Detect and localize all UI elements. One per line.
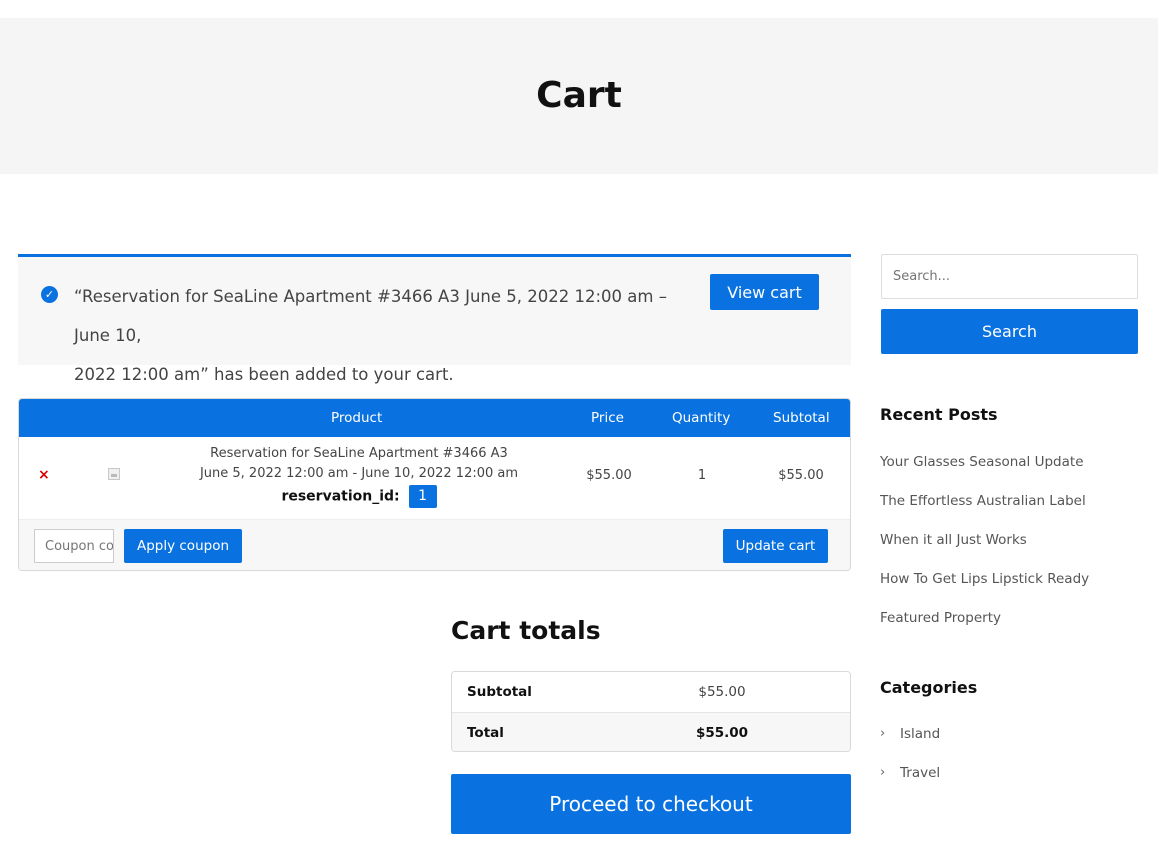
cart-totals-title: Cart totals xyxy=(451,616,601,645)
recent-post-link[interactable]: The Effortless Australian Label xyxy=(880,493,1086,509)
subtotal-row: Subtotal $55.00 xyxy=(452,672,850,712)
item-quantity[interactable]: 1 xyxy=(682,468,722,483)
product-meta: reservation_id: 1 xyxy=(169,485,549,508)
cart-table: Product Price Quantity Subtotal × Reserv… xyxy=(18,398,851,571)
reservation-id-value: 1 xyxy=(408,485,437,508)
recent-post-link[interactable]: When it all Just Works xyxy=(880,532,1027,548)
cart-actions: Apply coupon Update cart xyxy=(19,519,850,570)
reservation-id-label: reservation_id: xyxy=(281,488,400,505)
recent-post-link[interactable]: Featured Property xyxy=(880,610,1001,626)
categories-title: Categories xyxy=(880,678,978,697)
category-link-travel[interactable]: Travel xyxy=(900,765,940,781)
notice-line-1: “Reservation for SeaLine Apartment #3466… xyxy=(74,287,667,345)
recent-post-link[interactable]: How To Get Lips Lipstick Ready xyxy=(880,571,1089,587)
product-dates: June 5, 2022 12:00 am - June 10, 2022 12… xyxy=(199,466,519,481)
cart-notice: ✓ “Reservation for SeaLine Apartment #34… xyxy=(18,254,851,384)
header-quantity: Quantity xyxy=(672,410,731,426)
recent-posts-title: Recent Posts xyxy=(880,405,998,424)
item-subtotal: $55.00 xyxy=(778,468,824,483)
page-header: Cart xyxy=(0,18,1158,174)
update-cart-button[interactable]: Update cart xyxy=(723,529,828,563)
subtotal-value: $55.00 xyxy=(698,684,746,700)
notice-message: “Reservation for SeaLine Apartment #3466… xyxy=(74,277,704,394)
header-price: Price xyxy=(591,410,624,426)
total-value: $55.00 xyxy=(695,725,749,741)
chevron-right-icon: › xyxy=(880,726,886,741)
search-button[interactable]: Search xyxy=(881,309,1138,354)
item-price: $55.00 xyxy=(586,468,632,483)
search-input[interactable] xyxy=(881,254,1138,299)
apply-coupon-button[interactable]: Apply coupon xyxy=(124,529,242,563)
subtotal-label: Subtotal xyxy=(467,684,532,700)
check-circle-icon: ✓ xyxy=(41,286,58,303)
coupon-input[interactable] xyxy=(34,529,114,563)
proceed-to-checkout-button[interactable]: Proceed to checkout xyxy=(451,774,851,834)
total-row: Total $55.00 xyxy=(452,712,850,751)
product-name-link[interactable]: Reservation for SeaLine Apartment #3466 … xyxy=(169,444,549,464)
cart-item-row: × Reservation for SeaLine Apartment #346… xyxy=(19,437,850,519)
total-label: Total xyxy=(467,725,504,741)
cart-totals-table: Subtotal $55.00 Total $55.00 xyxy=(451,671,851,752)
product-thumbnail-icon[interactable] xyxy=(108,468,120,480)
cart-table-header: Product Price Quantity Subtotal xyxy=(19,399,850,437)
header-subtotal: Subtotal xyxy=(773,410,830,426)
category-link-island[interactable]: Island xyxy=(900,726,940,742)
page-title: Cart xyxy=(536,75,622,116)
remove-item-icon[interactable]: × xyxy=(38,467,50,483)
header-product: Product xyxy=(331,410,383,426)
chevron-right-icon: › xyxy=(880,765,886,780)
recent-post-link[interactable]: Your Glasses Seasonal Update xyxy=(880,454,1084,470)
notice-line-2: 2022 12:00 am” has been added to your ca… xyxy=(74,365,454,384)
view-cart-button[interactable]: View cart xyxy=(710,274,819,310)
